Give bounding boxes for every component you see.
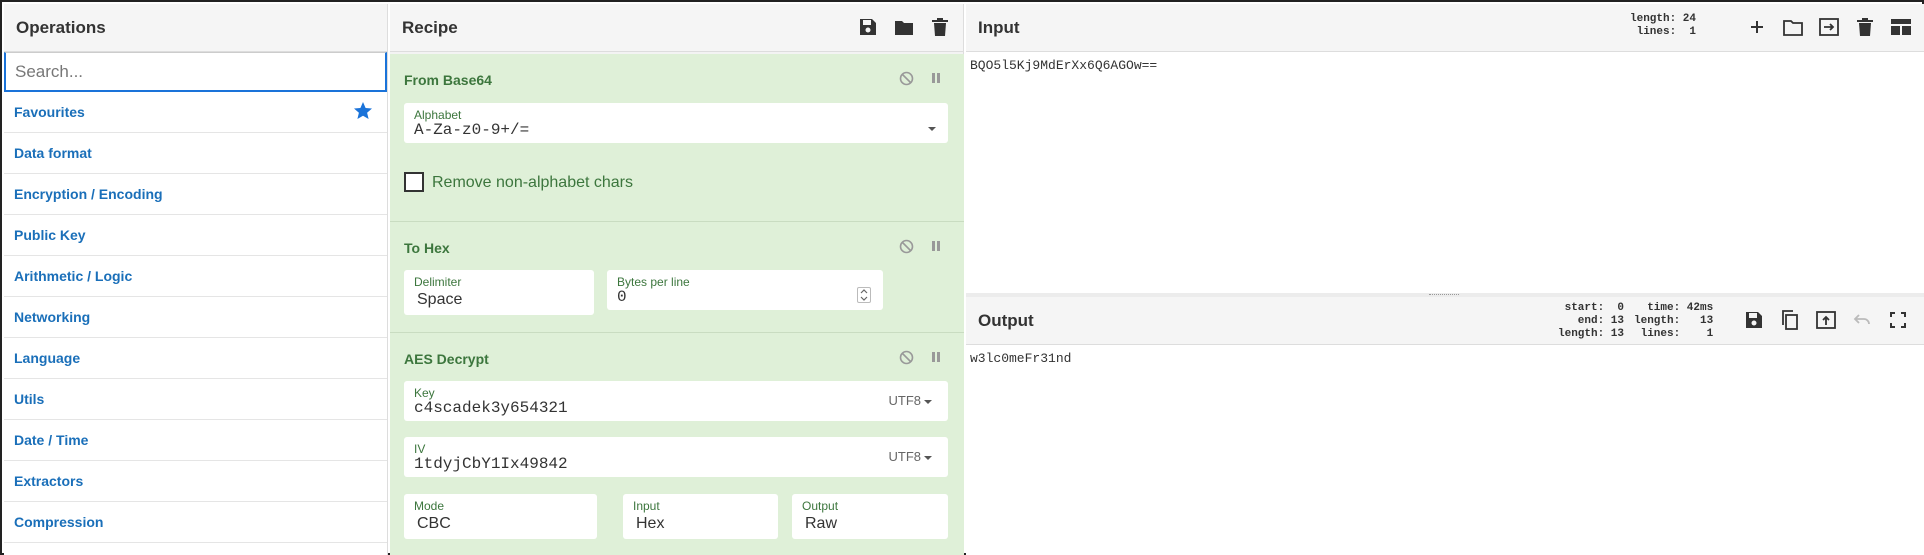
output-format-value: Raw <box>805 515 838 532</box>
fullscreen-icon[interactable] <box>1887 309 1909 331</box>
category-label: Arithmetic / Logic <box>14 268 133 284</box>
category-label: Favourites <box>14 104 85 120</box>
input-textarea[interactable]: BQO5l5Kj9MdErXx6Q6AGOw== <box>970 58 1157 73</box>
disable-icon[interactable] <box>898 70 914 86</box>
key-value: c4scadek3y654321 <box>414 399 568 417</box>
pause-icon[interactable] <box>928 70 944 86</box>
remove-nonalphabet-label: Remove non-alphabet chars <box>432 174 634 191</box>
star-icon <box>353 101 373 121</box>
alphabet-field[interactable]: Alphabet A-Za-z0-9+/= <box>404 103 948 143</box>
bytes-per-line-label: Bytes per line <box>617 275 690 289</box>
key-label: Key <box>414 386 435 400</box>
op-title: To Hex <box>404 240 450 256</box>
folder-icon[interactable] <box>893 16 915 38</box>
save-icon[interactable] <box>857 16 879 38</box>
category-item[interactable]: Arithmetic / Logic <box>4 256 387 297</box>
op-to-hex: To Hex Delimiter Space Bytes per line 0 <box>390 222 964 333</box>
mode-field[interactable]: Mode CBC <box>404 494 597 539</box>
input-stats: length: 24 lines: 1 <box>1630 13 1697 38</box>
recipe-title: Recipe <box>402 17 458 37</box>
category-list: Favourites Data format Encryption / Encodi… <box>4 92 387 543</box>
chevron-down-icon <box>924 399 932 404</box>
output-title: Output <box>978 310 1034 330</box>
disable-icon[interactable] <box>898 349 914 365</box>
output-stats-left: start: 0 end: 13 length: 13 <box>1558 302 1625 340</box>
input-header: Input length: 24 lines: 1 <box>966 4 1924 52</box>
replace-input-icon[interactable] <box>1815 309 1837 331</box>
category-item[interactable]: Encryption / Encoding <box>4 174 387 215</box>
trash-icon[interactable] <box>1854 16 1876 38</box>
input-title: Input <box>978 17 1020 37</box>
iv-label: IV <box>414 442 426 456</box>
copy-icon[interactable] <box>1779 309 1801 331</box>
alphabet-value: A-Za-z0-9+/= <box>414 121 530 139</box>
search-input[interactable] <box>15 61 385 82</box>
category-label: Public Key <box>14 227 86 243</box>
undo-icon[interactable] <box>1851 309 1873 331</box>
stepper-icon[interactable] <box>857 287 871 303</box>
category-label: Utils <box>14 391 45 407</box>
iv-field[interactable]: IV 1tdyjCbY1Ix49842 UTF8 <box>404 437 948 477</box>
search-box[interactable] <box>4 52 387 92</box>
add-icon[interactable] <box>1746 16 1768 38</box>
chevron-down-icon <box>924 455 932 460</box>
chevron-down-icon[interactable] <box>925 120 936 137</box>
key-field[interactable]: Key c4scadek3y654321 UTF8 <box>404 381 948 421</box>
category-item[interactable]: Utils <box>4 379 387 420</box>
recipe-header: Recipe <box>390 4 963 52</box>
category-label: Data format <box>14 145 92 161</box>
category-item[interactable]: Date / Time <box>4 420 387 461</box>
open-folder-icon[interactable] <box>1782 16 1804 38</box>
op-title: AES Decrypt <box>404 351 489 367</box>
alphabet-label: Alphabet <box>414 108 462 122</box>
category-item[interactable]: Data format <box>4 133 387 174</box>
category-label: Compression <box>14 514 104 530</box>
load-file-icon[interactable] <box>1818 16 1840 38</box>
recipe-panel: Recipe From Base64 Alphabet A-Za-z0-9+/=… <box>390 4 964 555</box>
delimiter-field[interactable]: Delimiter Space <box>404 270 594 315</box>
output-stats-right: time: 42ms length: 13 lines: 1 <box>1634 302 1714 340</box>
input-format-value: Hex <box>636 515 665 532</box>
remove-nonalphabet-checkbox[interactable] <box>404 172 424 192</box>
op-title: From Base64 <box>404 72 492 88</box>
category-item[interactable]: Public Key <box>4 215 387 256</box>
input-format-field[interactable]: Input Hex <box>623 494 778 539</box>
op-aes-decrypt: AES Decrypt Key c4scadek3y654321 UTF8 IV… <box>390 333 964 555</box>
save-output-icon[interactable] <box>1743 309 1765 331</box>
op-from-base64: From Base64 Alphabet A-Za-z0-9+/= Remove… <box>390 54 964 222</box>
bytes-per-line-value: 0 <box>617 288 627 306</box>
category-label: Encryption / Encoding <box>14 186 163 202</box>
output-header: Output start: 0 end: 13 length: 13 time:… <box>966 297 1924 345</box>
input-format-label: Input <box>633 499 660 513</box>
pause-icon[interactable] <box>928 349 944 365</box>
operations-panel: Operations Favourites Data format Encrypti… <box>4 4 388 555</box>
output-format-field[interactable]: Output Raw <box>792 494 948 539</box>
delimiter-value: Space <box>417 291 463 308</box>
iv-value: 1tdyjCbY1Ix49842 <box>414 455 568 473</box>
category-item[interactable]: Networking <box>4 297 387 338</box>
category-item[interactable]: Compression <box>4 502 387 543</box>
io-panel: Input length: 24 lines: 1 BQO5l5Kj9MdErX… <box>966 4 1924 555</box>
pause-icon[interactable] <box>928 238 944 254</box>
output-textarea[interactable]: w3lc0meFr31nd <box>970 351 1071 366</box>
mode-label: Mode <box>414 499 445 513</box>
category-label: Date / Time <box>14 432 89 448</box>
disable-icon[interactable] <box>898 238 914 254</box>
layout-icon[interactable] <box>1890 16 1912 38</box>
category-item[interactable]: Extractors <box>4 461 387 502</box>
category-label: Extractors <box>14 473 84 489</box>
bytes-per-line-field[interactable]: Bytes per line 0 <box>607 270 883 310</box>
iv-encoding-dropdown[interactable]: UTF8 <box>889 449 932 464</box>
category-item[interactable]: Favourites <box>4 92 387 133</box>
category-label: Networking <box>14 309 91 325</box>
delimiter-label: Delimiter <box>414 275 462 289</box>
cyberchef-app: Operations Favourites Data format Encrypti… <box>0 0 1924 555</box>
mode-value: CBC <box>417 515 451 532</box>
trash-icon[interactable] <box>929 16 951 38</box>
category-label: Language <box>14 350 81 366</box>
category-item[interactable]: Language <box>4 338 387 379</box>
operations-title: Operations <box>4 4 387 52</box>
output-format-label: Output <box>802 499 839 513</box>
key-encoding-dropdown[interactable]: UTF8 <box>889 393 932 408</box>
